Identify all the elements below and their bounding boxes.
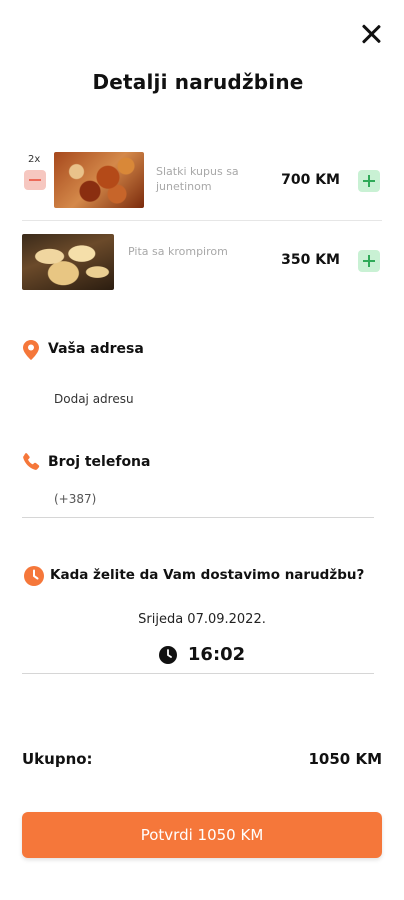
food-image bbox=[54, 152, 144, 208]
order-item: Pita sa krompirom 350 KM bbox=[22, 228, 382, 292]
page-title: Detalji narudžbine bbox=[92, 70, 304, 94]
delivery-date[interactable]: Srijeda 07.09.2022. bbox=[0, 612, 404, 627]
increase-quantity-button[interactable] bbox=[358, 170, 380, 192]
confirm-order-button[interactable]: Potvrdi 1050 KM bbox=[22, 812, 382, 858]
delivery-time-picker[interactable]: 16:02 bbox=[0, 644, 404, 665]
location-pin-icon bbox=[23, 340, 39, 360]
close-button[interactable] bbox=[358, 20, 386, 48]
delivery-time: 16:02 bbox=[187, 644, 246, 665]
item-name: Pita sa krompirom bbox=[128, 245, 228, 258]
phone-input[interactable]: (+387) bbox=[54, 492, 96, 506]
divider bbox=[22, 220, 382, 221]
increase-quantity-button[interactable] bbox=[358, 250, 380, 272]
clock-icon bbox=[158, 645, 177, 664]
phone-input-underline bbox=[22, 517, 374, 518]
item-quantity: 2x bbox=[28, 154, 41, 165]
phone-icon bbox=[23, 453, 40, 470]
item-price: 700 KM bbox=[281, 172, 340, 188]
phone-label: Broj telefona bbox=[48, 454, 151, 470]
total-label: Ukupno: bbox=[22, 750, 93, 768]
item-price: 350 KM bbox=[281, 252, 340, 268]
delivery-question: Kada želite da Vam dostavimo narudžbu? bbox=[50, 567, 365, 583]
total-value: 1050 KM bbox=[308, 750, 382, 768]
item-name: Slatki kupus sa junetinom bbox=[156, 165, 239, 193]
order-item: 2x Slatki kupus sa junetinom 700 KM bbox=[22, 148, 382, 212]
decrease-quantity-button[interactable] bbox=[24, 170, 46, 190]
add-address-link[interactable]: Dodaj adresu bbox=[54, 392, 134, 406]
address-label: Vaša adresa bbox=[48, 341, 144, 357]
time-underline bbox=[22, 673, 374, 674]
food-image bbox=[22, 234, 114, 290]
clock-icon bbox=[24, 566, 44, 586]
